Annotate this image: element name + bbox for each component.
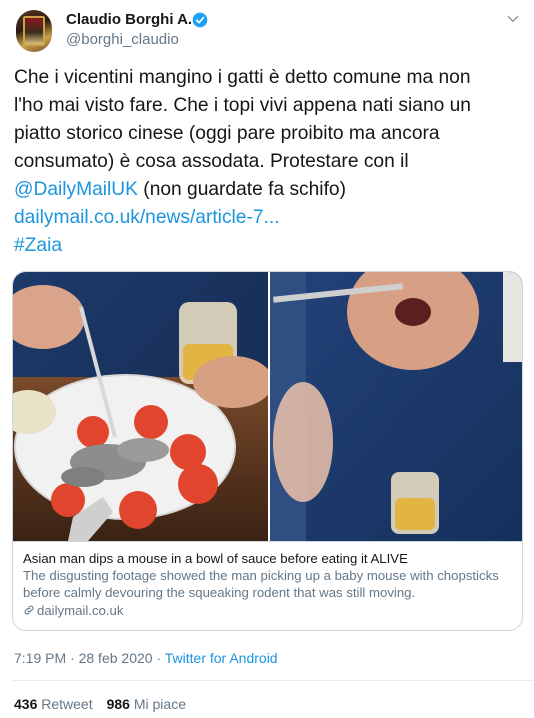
card-title[interactable]: Asian man dips a mouse in a bowl of sauc… (23, 550, 514, 567)
mention-link[interactable]: @DailyMailUK (14, 179, 138, 200)
like-count: 986 (106, 696, 130, 712)
tweet-line: consumato) è cosa assodata. Protestare c… (14, 151, 409, 172)
article-url-link[interactable]: dailymail.co.uk/news/article-7... (14, 204, 524, 232)
tweet-line: @DailyMailUK (non guardate fa schifo) (14, 176, 524, 204)
tweet-date[interactable]: 28 feb 2020 (79, 650, 153, 666)
tweet-header: Claudio Borghi A. @borghi_claudio (16, 10, 522, 54)
divider (12, 680, 534, 681)
card-domain[interactable]: dailymail.co.uk (23, 602, 514, 619)
avatar[interactable] (16, 10, 52, 52)
tweet-meta: 7:19 PM · 28 feb 2020 · Twitter for Andr… (14, 650, 278, 666)
card-image[interactable] (13, 272, 523, 541)
card-body[interactable]: Asian man dips a mouse in a bowl of sauc… (13, 541, 522, 630)
tweet-text: Che i vicentini mangino i gatti è detto … (14, 64, 524, 260)
tweet-line-tail: (non guardate fa schifo) (137, 179, 346, 200)
meta-separator: · (70, 650, 75, 666)
hashtag-link[interactable]: #Zaia (14, 232, 524, 260)
verified-badge-icon (192, 12, 208, 28)
card-description-line: The disgusting footage showed the man pi… (23, 568, 499, 583)
card-description: The disgusting footage showed the man pi… (23, 567, 514, 601)
card-description-line: before calmly devouring the squeaking ro… (23, 585, 416, 600)
like-label: Mi piace (133, 696, 186, 712)
source-app-link[interactable]: Twitter for Android (165, 650, 278, 666)
retweet-count: 436 (14, 696, 38, 712)
tweet-stats: 436 Retweet 986 Mi piace (14, 696, 186, 712)
tweet-line: piatto storico cinese (oggi pare proibit… (14, 123, 440, 144)
tweet-line: l'ho mai visto fare. Che i topi vivi app… (14, 95, 471, 116)
tweet-line: Che i vicentini mangino i gatti è detto … (14, 67, 471, 88)
chevron-down-icon[interactable] (504, 10, 522, 28)
meta-separator: · (156, 650, 162, 666)
link-card[interactable]: Asian man dips a mouse in a bowl of sauc… (12, 271, 523, 631)
tweet-time[interactable]: 7:19 PM (14, 650, 66, 666)
author-handle[interactable]: @borghi_claudio (66, 31, 179, 48)
retweet-label: Retweet (41, 696, 93, 712)
link-icon (24, 605, 34, 615)
author-name[interactable]: Claudio Borghi A. (66, 11, 192, 28)
like-stat[interactable]: 986 Mi piace (107, 696, 186, 712)
retweet-stat[interactable]: 436 Retweet (14, 696, 93, 712)
card-domain-text: dailymail.co.uk (37, 603, 124, 618)
